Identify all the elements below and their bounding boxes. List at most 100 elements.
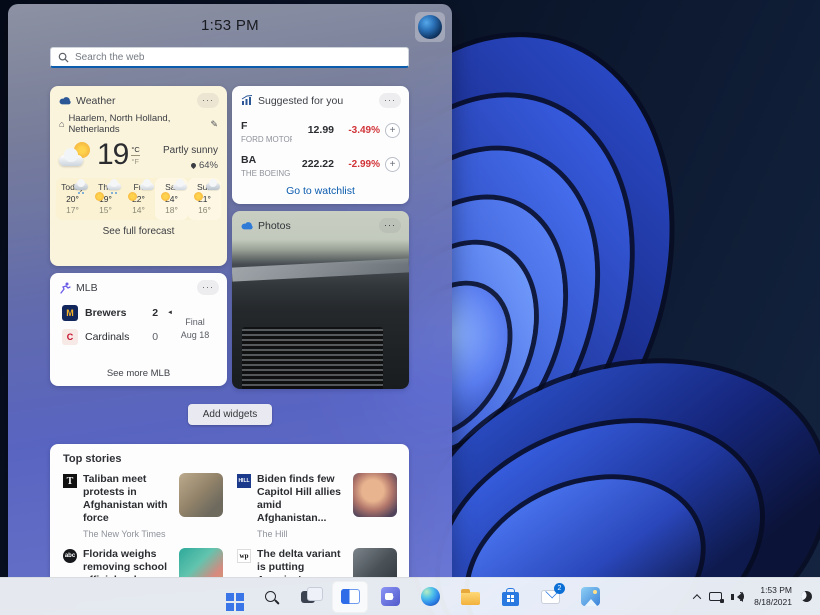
story-item[interactable]: abc Florida weighs removing school offic… (63, 548, 223, 578)
microsoft-store-button[interactable] (492, 581, 528, 613)
weather-location-row[interactable]: ⌂ Haarlem, North Holland, Netherlands ✎ (50, 112, 227, 135)
volume-icon[interactable] (731, 591, 745, 603)
cardinals-logo: C (62, 329, 78, 345)
photos-cloud-icon (241, 221, 253, 231)
add-to-watchlist-button[interactable]: + (385, 123, 400, 138)
story-headline: Taliban meet protests in Afghanistan wit… (83, 473, 173, 526)
avatar-image (418, 15, 442, 39)
go-to-watchlist-link[interactable]: Go to watchlist (232, 185, 409, 197)
tray-date: 8/18/2021 (754, 597, 792, 608)
add-widgets-button[interactable]: Add widgets (188, 404, 272, 425)
humidity-icon (190, 161, 197, 168)
story-item[interactable]: T Taliban meet protests in Afghanistan w… (63, 473, 223, 539)
team-score: 0 (152, 331, 158, 343)
unit-toggle[interactable]: °C °F (131, 145, 139, 166)
photos-app-button[interactable] (572, 581, 608, 613)
task-view-icon (301, 591, 315, 603)
mlb-more-button[interactable]: ··· (197, 280, 219, 295)
top-stories-card: Top stories T Taliban meet protests in A… (50, 444, 409, 577)
focus-assist-moon-icon[interactable] (800, 590, 813, 603)
photo-image (242, 327, 383, 389)
volume-wave-icon (740, 592, 744, 601)
teams-chat-icon (381, 587, 400, 606)
tray-overflow-chevron-icon[interactable] (693, 594, 701, 602)
stock-symbol: BA (241, 154, 256, 166)
see-full-forecast-link[interactable]: See full forecast (50, 220, 227, 237)
top-stories-title: Top stories (63, 453, 397, 465)
stock-symbol: F (241, 120, 247, 132)
stock-change: -3.49% (334, 125, 380, 136)
file-explorer-button[interactable] (452, 581, 488, 613)
washington-post-logo: wp (237, 549, 251, 563)
the-hill-logo: HILL (237, 474, 251, 488)
story-thumbnail (353, 473, 397, 517)
stocks-more-button[interactable]: ··· (379, 93, 401, 108)
stocks-title: Suggested for you (258, 95, 374, 107)
team-name: Cardinals (85, 331, 145, 343)
story-headline: The delta variant is putting America's h… (257, 548, 347, 578)
mail-button[interactable]: 2 (532, 581, 568, 613)
forecast-day[interactable]: Sat 24°18° (155, 178, 188, 220)
search-icon (58, 52, 69, 63)
widgets-button[interactable] (332, 581, 368, 613)
see-more-mlb-link[interactable]: See more MLB (50, 368, 227, 379)
photos-app-icon (581, 587, 600, 606)
chat-button[interactable] (372, 581, 408, 613)
start-button[interactable] (212, 581, 248, 613)
mlb-game[interactable]: M Brewers 2 ◄ C Cardinals 0 ◄ (50, 299, 227, 353)
weather-temp: 19 (97, 138, 128, 172)
story-item[interactable]: HILL Biden finds few Capitol Hill allies… (237, 473, 397, 539)
team-score: 2 (152, 307, 158, 319)
store-bag-icon (502, 592, 519, 606)
desktop: 1:53 PM Weather ··· ⌂ Haar (0, 0, 820, 615)
story-source: The New York Times (83, 529, 173, 539)
search-taskbar-button[interactable] (252, 581, 288, 613)
stock-row[interactable]: BA THE BOEING ... 222.22 -2.99% + (232, 146, 409, 180)
weather-condition: Partly sunny (163, 145, 218, 156)
mlb-runner-icon (59, 282, 71, 294)
search-input[interactable] (75, 52, 401, 63)
story-headline: Biden finds few Capitol Hill allies amid… (257, 473, 347, 526)
story-thumbnail (179, 473, 223, 517)
weather-title: Weather (76, 95, 192, 107)
network-icon[interactable] (709, 592, 722, 601)
task-view-button[interactable] (292, 581, 328, 613)
weather-icon (59, 96, 71, 106)
forecast-day[interactable]: Today 20°17° (56, 178, 89, 220)
unit-fahrenheit[interactable]: °F (131, 156, 139, 166)
search-icon (265, 591, 276, 602)
unit-celsius[interactable]: °C (131, 145, 139, 156)
add-to-watchlist-button[interactable]: + (385, 157, 400, 172)
photos-more-button[interactable]: ··· (379, 218, 401, 233)
mlb-title: MLB (76, 282, 192, 294)
widgets-panel: 1:53 PM Weather ··· ⌂ Haar (8, 4, 452, 577)
photo-image-highlight (232, 258, 409, 281)
edge-button[interactable] (412, 581, 448, 613)
team-name: Brewers (85, 307, 145, 319)
stock-company: FORD MOTOR... (241, 135, 292, 144)
search-bar[interactable] (50, 47, 409, 68)
forecast-day[interactable]: Thu 19°15° (89, 178, 122, 220)
folder-icon (461, 592, 480, 605)
photos-widget[interactable]: Photos ··· (232, 211, 409, 389)
stock-change: -2.99% (334, 159, 380, 170)
story-thumbnail (353, 548, 397, 578)
mlb-widget: MLB ··· M Brewers 2 ◄ C (50, 273, 227, 386)
stocks-widget: Suggested for you ··· F FORD MOTOR... 12… (232, 86, 409, 204)
forecast-day[interactable]: Fri 22°14° (122, 178, 155, 220)
forecast-day[interactable]: Sun 21°16° (188, 178, 221, 220)
team-row: M Brewers 2 ◄ (62, 305, 173, 321)
stock-company: THE BOEING ... (241, 169, 292, 178)
story-headline: Florida weighs removing school officials… (83, 548, 173, 578)
profile-avatar-button[interactable] (415, 12, 445, 42)
edit-location-icon[interactable]: ✎ (210, 119, 218, 130)
stock-row[interactable]: F FORD MOTOR... 12.99 -3.49% + (232, 112, 409, 146)
story-item[interactable]: wp The delta variant is putting America'… (237, 548, 397, 578)
trending-icon (241, 95, 253, 106)
team-row: C Cardinals 0 ◄ (62, 329, 173, 345)
weather-more-button[interactable]: ··· (197, 93, 219, 108)
weather-humidity: 64% (199, 160, 218, 171)
mail-badge: 2 (554, 583, 565, 594)
tray-clock[interactable]: 1:53 PM 8/18/2021 (754, 585, 792, 608)
game-status: Final (173, 316, 217, 330)
